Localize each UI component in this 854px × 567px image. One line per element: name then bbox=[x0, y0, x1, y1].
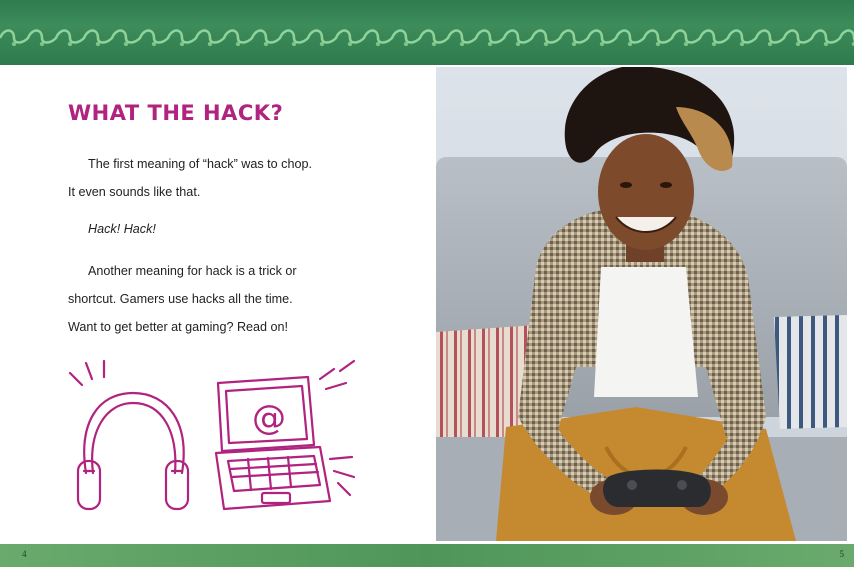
paragraph-1-line-1: The first meaning of “hack” was to chop. bbox=[88, 157, 312, 171]
wave-dot bbox=[207, 41, 213, 47]
wave-dot bbox=[263, 41, 269, 47]
wave-dot bbox=[375, 41, 381, 47]
wave-line bbox=[0, 29, 854, 44]
wave-dot bbox=[655, 41, 661, 47]
page-heading: WHAT THE HACK? bbox=[68, 101, 284, 125]
paragraph-2-text: Hack! Hack! bbox=[88, 222, 156, 236]
wave-dot bbox=[515, 41, 521, 47]
wave-dot bbox=[39, 41, 45, 47]
wave-dot bbox=[795, 41, 801, 47]
top-decorative-band bbox=[0, 0, 854, 65]
paragraph-3: Another meaning for hack is a trick or s… bbox=[68, 257, 428, 341]
page-number-right: 5 bbox=[839, 549, 845, 559]
photo-boy-playing-video-game bbox=[436, 67, 847, 541]
wave-dot bbox=[403, 41, 409, 47]
wave-dot bbox=[431, 41, 437, 47]
wave-dot bbox=[459, 41, 465, 47]
wave-dot bbox=[599, 41, 605, 47]
wave-dot bbox=[543, 41, 549, 47]
paragraph-2: Hack! Hack! bbox=[68, 215, 428, 243]
wave-dot bbox=[235, 41, 241, 47]
laptop-icon: @ bbox=[214, 359, 356, 511]
paragraph-1: The first meaning of “hack” was to chop.… bbox=[68, 150, 428, 206]
wave-dot bbox=[767, 41, 773, 47]
wave-dot bbox=[151, 41, 157, 47]
wave-dot bbox=[11, 41, 17, 47]
photo-illustration bbox=[436, 67, 847, 541]
wave-dot bbox=[179, 41, 185, 47]
headphones-icon bbox=[68, 359, 190, 511]
wave-border-pattern bbox=[0, 29, 854, 47]
wave-dot bbox=[67, 41, 73, 47]
doodle-illustrations: @ bbox=[68, 359, 356, 511]
page-number-left: 4 bbox=[22, 549, 27, 559]
wave-dot bbox=[95, 41, 101, 47]
paragraph-1-line-2: It even sounds like that. bbox=[68, 185, 201, 199]
paragraph-3-line-1: Another meaning for hack is a trick or bbox=[88, 264, 297, 278]
laptop-screen-symbol: @ bbox=[252, 398, 286, 438]
bottom-band: 4 5 bbox=[0, 544, 854, 567]
wave-dot bbox=[711, 41, 717, 47]
wave-dot bbox=[627, 41, 633, 47]
wave-dot bbox=[683, 41, 689, 47]
wave-dot bbox=[739, 41, 745, 47]
wave-dot bbox=[123, 41, 129, 47]
wave-dot bbox=[571, 41, 577, 47]
wave-dot bbox=[487, 41, 493, 47]
wave-dot bbox=[319, 41, 325, 47]
wave-dot bbox=[291, 41, 297, 47]
wave-dot bbox=[823, 41, 829, 47]
left-page: WHAT THE HACK? The first meaning of “hac… bbox=[6, 65, 431, 544]
paragraph-3-line-3: Want to get better at gaming? Read on! bbox=[68, 320, 289, 334]
wave-dot bbox=[347, 41, 353, 47]
paragraph-3-line-2: shortcut. Gamers use hacks all the time. bbox=[68, 292, 293, 306]
